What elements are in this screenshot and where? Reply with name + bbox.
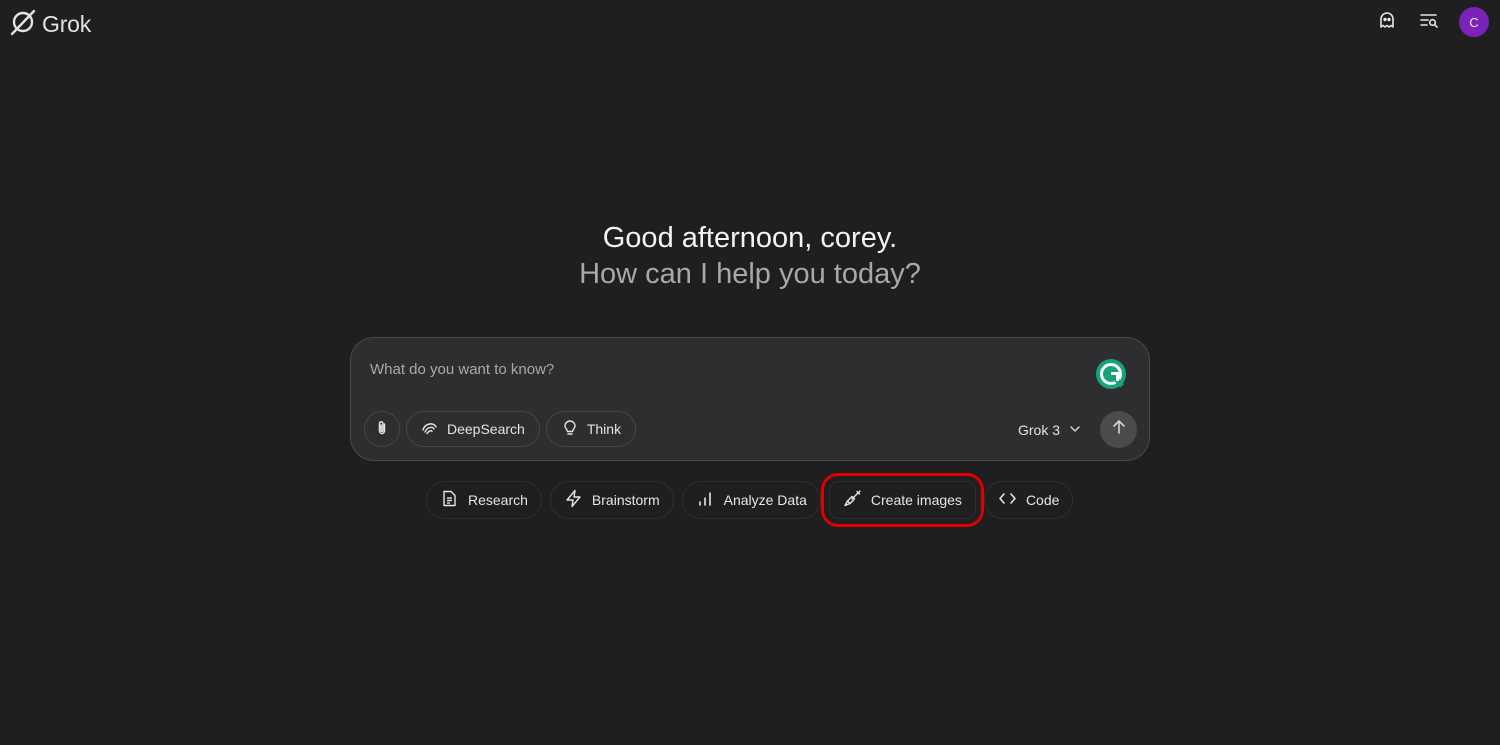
lightning-icon	[564, 489, 583, 511]
code-icon	[998, 489, 1017, 511]
deepsearch-icon	[421, 419, 439, 440]
prompt-input[interactable]	[370, 358, 1070, 380]
grammarly-icon[interactable]	[1096, 359, 1126, 389]
code-chip[interactable]: Code	[983, 481, 1074, 519]
bar-chart-icon	[696, 489, 715, 511]
top-bar: Grok C	[0, 0, 1500, 46]
grok-logo-icon	[8, 7, 38, 42]
private-chat-button[interactable]	[1373, 7, 1401, 37]
history-search-icon	[1419, 10, 1439, 35]
create-images-chip[interactable]: Create images	[820, 473, 984, 527]
analyze-data-label: Analyze Data	[723, 492, 807, 508]
attach-button[interactable]	[364, 411, 400, 447]
ghost-icon	[1377, 10, 1397, 35]
model-selector[interactable]: Grok 3	[1018, 420, 1082, 440]
grok-logo[interactable]: Grok	[8, 8, 91, 40]
composer: DeepSearch Think Grok 3	[350, 337, 1150, 461]
analyze-data-chip[interactable]: Analyze Data	[681, 481, 821, 519]
brainstorm-label: Brainstorm	[591, 492, 660, 508]
deepsearch-button[interactable]: DeepSearch	[406, 411, 540, 447]
send-button[interactable]	[1100, 411, 1137, 448]
chat-history-button[interactable]	[1415, 7, 1443, 37]
greeting: Good afternoon, corey. How can I help yo…	[0, 220, 1500, 292]
brainstorm-chip[interactable]: Brainstorm	[549, 481, 674, 519]
paperclip-icon	[373, 419, 391, 440]
think-label: Think	[586, 421, 622, 437]
code-label: Code	[1025, 492, 1060, 508]
suggestion-chips: Research Brainstorm Analyze Data Create …	[426, 473, 1074, 527]
greeting-subtitle: How can I help you today?	[579, 258, 921, 290]
composer-tools: DeepSearch Think	[364, 411, 637, 447]
chevron-down-icon	[1068, 422, 1082, 439]
deepsearch-label: DeepSearch	[447, 421, 525, 437]
greeting-title: Good afternoon, corey.	[602, 222, 898, 254]
research-label: Research	[468, 492, 528, 508]
logo-text: Grok	[42, 10, 92, 37]
create-images-label: Create images	[870, 492, 962, 508]
research-chip[interactable]: Research	[426, 481, 542, 519]
model-label: Grok 3	[1018, 422, 1061, 438]
arrow-up-icon	[1110, 418, 1128, 441]
lightbulb-icon	[561, 419, 579, 440]
think-button[interactable]: Think	[545, 411, 637, 447]
top-actions: C	[1373, 7, 1489, 37]
avatar[interactable]: C	[1459, 7, 1489, 37]
paintbrush-icon	[843, 489, 862, 511]
document-icon	[440, 489, 459, 511]
